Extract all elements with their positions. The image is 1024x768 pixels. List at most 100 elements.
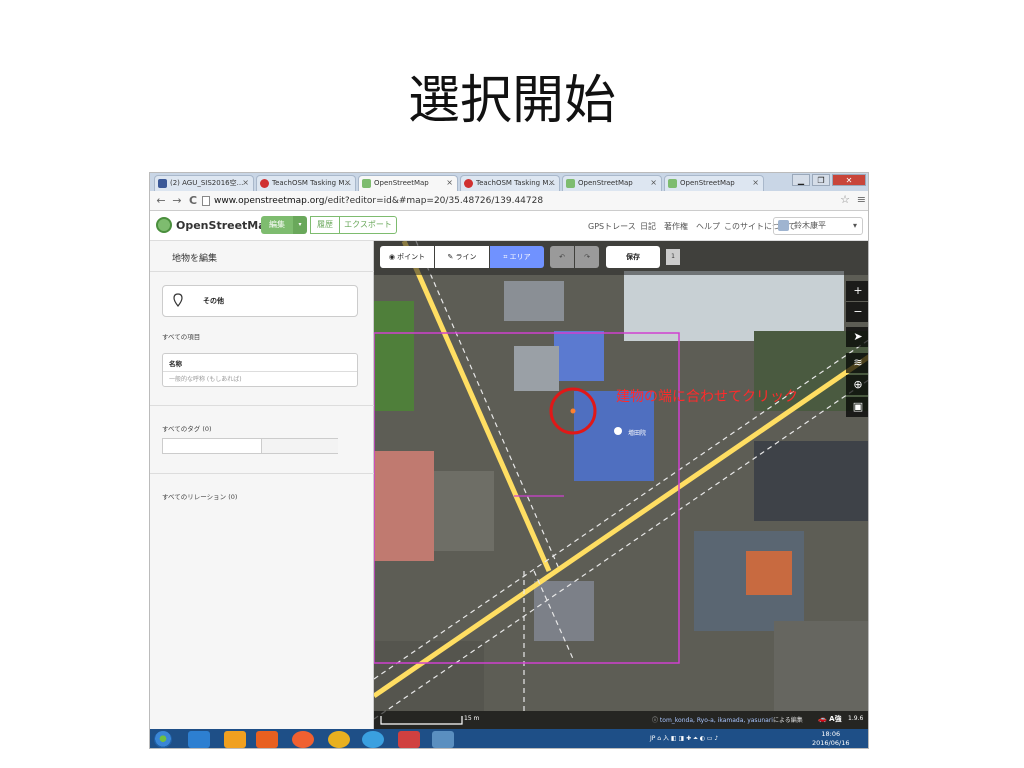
osm-icon <box>668 179 677 188</box>
osm-logo-icon <box>156 217 172 233</box>
chrome-icon[interactable] <box>328 731 350 748</box>
clock-date: 2016/06/16 <box>812 739 850 747</box>
all-fields-label[interactable]: すべての項目 <box>162 331 200 341</box>
tab-label: TeachOSM Tasking M... <box>476 179 556 187</box>
all-relations-label[interactable]: すべてのリレーション (0) <box>162 491 237 501</box>
zoom-in-button[interactable]: + <box>846 281 868 301</box>
edit-button[interactable]: 編集 <box>261 216 293 234</box>
gps-traces-link[interactable]: GPSトレース <box>588 221 636 232</box>
diary-link[interactable]: 日記 <box>640 221 656 232</box>
tab-facebook[interactable]: (2) AGU_SIS2016空... × <box>154 175 254 191</box>
back-button[interactable]: ← <box>154 194 168 207</box>
osm-site-name[interactable]: OpenStreetMap <box>176 219 274 232</box>
attribution-suffix: による編集 <box>772 717 803 724</box>
close-icon[interactable]: × <box>548 176 555 190</box>
copyright-link[interactable]: 著作権 <box>664 221 688 232</box>
add-point-button[interactable]: ◉ ポイント <box>380 246 434 268</box>
tab-label: OpenStreetMap <box>578 179 633 187</box>
divider <box>150 271 374 272</box>
edit-count-badge: 1 <box>666 249 680 265</box>
ie-icon[interactable] <box>188 731 210 748</box>
browser-screenshot: (2) AGU_SIS2016空... × TeachOSM Tasking M… <box>149 172 869 749</box>
user-name: 鈴木康平 <box>794 221 826 230</box>
chrome-active-icon[interactable] <box>362 731 384 748</box>
paint-icon[interactable] <box>432 731 454 748</box>
start-button[interactable] <box>154 731 172 748</box>
issues-button[interactable]: ▣ <box>846 397 868 417</box>
tag-editor-row[interactable] <box>162 438 338 454</box>
tab-teachosm-2[interactable]: TeachOSM Tasking M... × <box>460 175 560 191</box>
bookmark-star-icon[interactable]: ☆ <box>840 193 850 206</box>
history-button[interactable]: 履歴 <box>310 216 340 234</box>
media-player-icon[interactable] <box>256 731 278 748</box>
close-icon[interactable]: × <box>344 176 351 190</box>
attribution: ⓘ tom_konda, Ryo-a, ikamada, yasunariによる… <box>652 715 803 724</box>
line-label: ライン <box>455 253 477 261</box>
tab-openstreetmap-3[interactable]: OpenStreetMap × <box>664 175 764 191</box>
clock-time: 18:06 <box>821 730 841 738</box>
name-input[interactable]: 一般的な呼称 (もしあれば) <box>163 371 357 387</box>
tab-label: TeachOSM Tasking M... <box>272 179 352 187</box>
browser-menu-icon[interactable]: ≡ <box>857 193 866 206</box>
map-canvas[interactable]: ◉ ポイント ✎ ライン ⌗ エリア ↶ ↷ 保存 1 + − ➤ ≋ ⊕ ▣ … <box>374 241 868 729</box>
system-tray[interactable]: JP ⌂ 入 ◧ ◨ ✚ ⏶ ◐ ▭ ♪ <box>650 733 718 743</box>
maximize-button[interactable]: ❐ <box>812 174 830 186</box>
all-tags-label[interactable]: すべてのタグ (0) <box>162 423 212 433</box>
osm-header: OpenStreetMap 編集 ▾ 履歴 エクスポート GPSトレース 日記 … <box>150 211 868 241</box>
minimize-button[interactable]: ▁ <box>792 174 810 186</box>
export-button[interactable]: エクスポート <box>339 216 397 234</box>
tab-label: (2) AGU_SIS2016空... <box>170 179 244 187</box>
info-icon: ⓘ <box>652 717 660 724</box>
powerpoint-icon[interactable] <box>398 731 420 748</box>
close-window-button[interactable]: ✕ <box>832 174 866 186</box>
scale-bar <box>380 716 463 725</box>
explorer-icon[interactable] <box>224 731 246 748</box>
name-field: 名称 一般的な呼称 (もしあれば) <box>162 353 358 387</box>
forward-button[interactable]: → <box>170 194 184 207</box>
url-field[interactable]: www.openstreetmap.org/edit?editor=id&#ma… <box>214 193 543 209</box>
slide-title: 選択開始 <box>407 71 616 131</box>
tab-openstreetmap-2[interactable]: OpenStreetMap × <box>562 175 662 191</box>
map-data-button[interactable]: ⊕ <box>846 375 868 395</box>
divider <box>150 405 374 406</box>
tab-teachosm-1[interactable]: TeachOSM Tasking M... × <box>256 175 356 191</box>
windows-taskbar: JP ⌂ 入 ◧ ◨ ✚ ⏶ ◐ ▭ ♪ 18:06 2016/06/16 <box>150 729 868 748</box>
close-icon[interactable]: × <box>650 176 657 190</box>
add-line-button[interactable]: ✎ ライン <box>435 246 489 268</box>
tab-openstreetmap-active[interactable]: OpenStreetMap × <box>358 175 458 191</box>
map-pin-icon <box>173 293 183 307</box>
scale-label: 15 m <box>464 715 480 722</box>
divider <box>150 473 374 474</box>
area-label: エリア <box>509 253 531 261</box>
redo-button[interactable]: ↷ <box>575 246 599 268</box>
pencil-icon: ✎ <box>447 253 456 261</box>
url-path: /edit?editor=id&#map=20/35.48726/139.447… <box>324 196 544 206</box>
close-icon[interactable]: × <box>446 176 453 190</box>
firefox-icon[interactable] <box>292 731 314 748</box>
preset-selector[interactable]: その他 <box>162 285 358 317</box>
facebook-icon <box>158 179 167 188</box>
undo-button[interactable]: ↶ <box>550 246 574 268</box>
geolocate-button[interactable]: ➤ <box>846 327 868 347</box>
satellite-imagery <box>374 241 868 729</box>
save-button[interactable]: 保存 <box>606 246 660 268</box>
poi-label: 増田院 <box>628 430 647 437</box>
zoom-out-button[interactable]: − <box>846 302 868 322</box>
version-label[interactable]: 1.9.6 <box>848 715 863 722</box>
help-link[interactable]: ヘルプ <box>696 221 720 232</box>
instruction-annotation: 建物の端に合わせてクリック <box>616 389 798 405</box>
tab-label: OpenStreetMap <box>680 179 735 187</box>
close-icon[interactable]: × <box>242 176 249 190</box>
edit-dropdown-button[interactable]: ▾ <box>293 216 307 234</box>
teachosm-icon <box>260 179 269 188</box>
tag-value-input[interactable] <box>262 439 338 453</box>
background-layers-button[interactable]: ≋ <box>846 353 868 373</box>
user-menu[interactable]: 鈴木康平 ▾ <box>773 217 863 235</box>
add-area-button[interactable]: ⌗ エリア <box>490 246 544 268</box>
reload-button[interactable]: C <box>186 194 200 207</box>
clock[interactable]: 18:06 2016/06/16 <box>812 730 849 748</box>
close-icon[interactable]: × <box>752 176 759 190</box>
map-pin-icon: ◉ <box>388 253 398 261</box>
map-footer: 15 m ⓘ tom_konda, Ryo-a, ikamada, yasuna… <box>374 711 868 729</box>
attribution-users-link[interactable]: tom_konda, Ryo-a, ikamada, yasunari <box>660 717 773 724</box>
